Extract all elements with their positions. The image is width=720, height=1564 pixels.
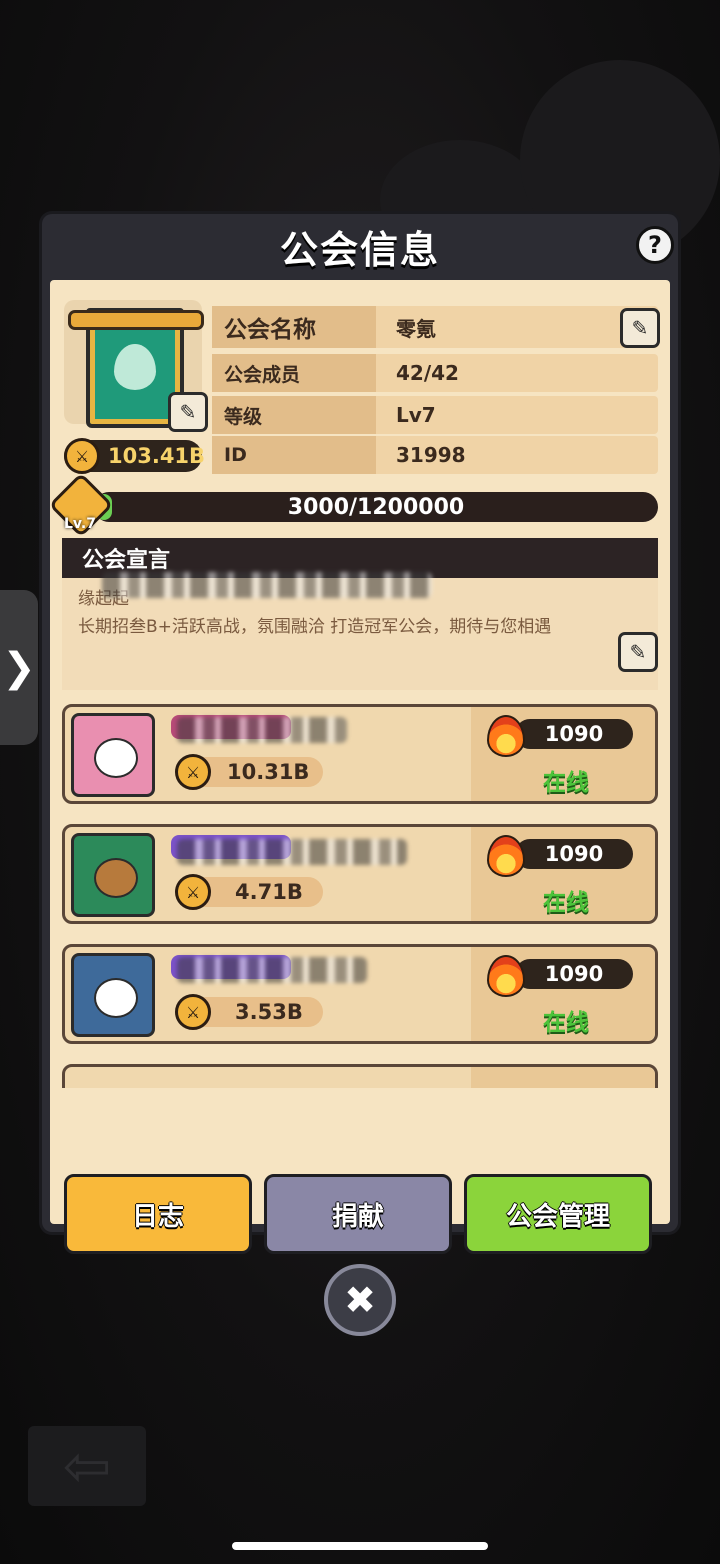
guild-manage-button[interactable]: 公会管理 — [464, 1174, 652, 1254]
member-activity: 1090 — [515, 719, 633, 749]
guild-xp-bar: 3000/1200000 — [94, 492, 658, 522]
sword-icon: ⚔ — [175, 754, 211, 790]
leaf-icon — [114, 344, 156, 390]
guild-name-label: 公会名称 — [212, 306, 376, 348]
edit-emblem-button[interactable]: ✎ — [168, 392, 208, 432]
member-status: 在线 — [543, 770, 589, 796]
member-row[interactable]: ⚔ 4.71B 1090 在线 — [62, 824, 658, 924]
guild-id-label: ID — [212, 436, 376, 474]
avatar-face — [94, 738, 138, 778]
sword-icon: ⚔ — [64, 438, 100, 474]
avatar-face — [94, 978, 138, 1018]
guild-emblem: ✎ — [64, 300, 208, 432]
guild-info-panel: 公会信息 ? ✎ ⚔ 103.41B 公会名称 零氪 ✎ 公会成员 42/42 … — [42, 214, 678, 1254]
member-status: 在线 — [543, 890, 589, 916]
log-button[interactable]: 日志 — [64, 1174, 252, 1254]
redacted-name — [177, 717, 347, 743]
guild-id-value: 31998 — [396, 443, 466, 467]
help-icon[interactable]: ? — [636, 226, 674, 264]
arrow-left-icon: ⇦ — [62, 1432, 112, 1500]
member-avatar — [71, 833, 155, 917]
guild-level-label: 等级 — [212, 396, 376, 434]
banner-rod — [68, 310, 204, 330]
edit-declaration-button[interactable]: ✎ — [618, 632, 658, 672]
guild-power-value: 103.41B — [108, 444, 206, 468]
declaration-line-2: 长期招叁B+活跃高战，氛围融洽 打造冠军公会，期待与您相遇 — [78, 617, 552, 637]
flame-icon — [487, 955, 525, 997]
member-power: ⚔ 3.53B — [175, 994, 323, 1030]
member-avatar — [71, 953, 155, 1037]
member-row[interactable]: ⚔ 3.53B 1090 在线 — [62, 944, 658, 1044]
close-button[interactable]: ✖ — [324, 1264, 396, 1336]
pencil-icon: ✎ — [179, 400, 197, 424]
panel-body: ✎ ⚔ 103.41B 公会名称 零氪 ✎ 公会成员 42/42 等级 Lv7 … — [48, 280, 670, 1254]
guild-members-value: 42/42 — [396, 361, 459, 385]
pencil-icon: ✎ — [629, 640, 647, 664]
member-power: ⚔ 4.71B — [175, 874, 323, 910]
redacted-text — [102, 572, 432, 598]
guild-id-row: ID 31998 — [212, 436, 658, 474]
edit-name-button[interactable]: ✎ — [620, 308, 660, 348]
member-list[interactable]: ⚔ 10.31B 1090 在线 ⚔ 4.71B 1090 在线 ⚔ 3.53B… — [62, 704, 658, 1088]
member-status: 在线 — [543, 1010, 589, 1036]
guild-name-value: 零氪 — [396, 316, 436, 341]
sword-icon: ⚔ — [175, 994, 211, 1030]
guild-name-row: 公会名称 零氪 — [212, 306, 658, 348]
avatar-face — [94, 858, 138, 898]
close-icon: ✖ — [344, 1278, 376, 1322]
member-power: ⚔ 10.31B — [175, 754, 323, 790]
member-activity: 1090 — [515, 959, 633, 989]
guild-members-row: 公会成员 42/42 — [212, 354, 658, 392]
redacted-name — [177, 839, 407, 865]
member-power-value: 4.71B — [235, 880, 303, 904]
member-row-partial[interactable] — [62, 1064, 658, 1088]
chevron-right-icon: ❯ — [2, 644, 36, 691]
home-indicator[interactable] — [232, 1542, 488, 1550]
flame-icon — [487, 835, 525, 877]
donate-button[interactable]: 捐献 — [264, 1174, 452, 1254]
guild-level-value: Lv7 — [396, 403, 436, 427]
guild-power: ⚔ 103.41B — [64, 438, 206, 474]
panel-title: 公会信息 — [279, 227, 440, 272]
redacted-name — [177, 957, 367, 983]
member-activity: 1090 — [515, 839, 633, 869]
sword-icon: ⚔ — [175, 874, 211, 910]
member-power-value: 10.31B — [227, 760, 310, 784]
flame-icon — [487, 715, 525, 757]
guild-members-label: 公会成员 — [212, 354, 376, 392]
member-status-panel — [471, 1067, 655, 1088]
pencil-icon: ✎ — [631, 316, 649, 340]
side-drawer-tab[interactable]: ❯ — [0, 590, 38, 745]
declaration-body: 缘起起 长期招叁B+活跃高战，氛围融洽 打造冠军公会，期待与您相遇 ✎ — [62, 572, 658, 690]
xp-text: 3000/1200000 — [287, 494, 465, 520]
back-button[interactable]: ⇦ — [28, 1426, 146, 1506]
guild-level-row: 等级 Lv7 — [212, 396, 658, 434]
member-row[interactable]: ⚔ 10.31B 1090 在线 — [62, 704, 658, 804]
member-avatar — [71, 713, 155, 797]
level-badge-text: Lv.7 — [64, 516, 96, 532]
member-power-value: 3.53B — [235, 1000, 303, 1024]
